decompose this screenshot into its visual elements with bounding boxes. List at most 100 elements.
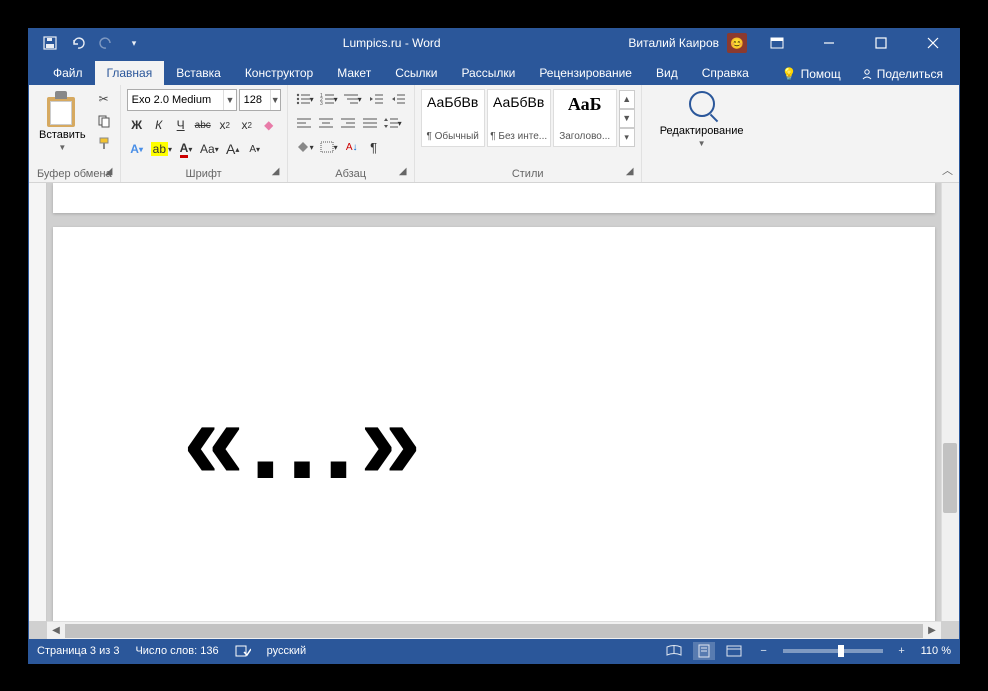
highlight-button[interactable]: ab▾: [149, 139, 174, 159]
dialog-launcher-icon[interactable]: ◢: [396, 166, 410, 180]
tab-review[interactable]: Рецензирование: [527, 61, 644, 85]
share-button[interactable]: Поделиться: [853, 63, 951, 85]
shrink-font-button[interactable]: A▾: [245, 139, 265, 159]
tab-view[interactable]: Вид: [644, 61, 690, 85]
style-no-spacing[interactable]: АаБбВв ¶ Без инте...: [487, 89, 551, 147]
borders-button[interactable]: ▾: [318, 137, 340, 157]
strikethrough-button[interactable]: abc: [193, 115, 213, 135]
grow-font-button[interactable]: A▴: [223, 139, 243, 159]
ribbon-tabs: Файл Главная Вставка Конструктор Макет С…: [29, 57, 959, 85]
tab-help[interactable]: Справка: [690, 61, 761, 85]
style-heading1[interactable]: АаБ Заголово...: [553, 89, 617, 147]
chevron-down-icon[interactable]: ▼: [270, 90, 280, 110]
decrease-indent-button[interactable]: [366, 89, 386, 109]
editing-button[interactable]: Редактирование ▼: [656, 89, 748, 150]
subscript-button[interactable]: x2: [215, 115, 235, 135]
close-icon[interactable]: [911, 29, 955, 57]
tab-design[interactable]: Конструктор: [233, 61, 325, 85]
group-font: ▼ ▼ Ж К Ч abc x2 x2 ◆ A▾: [121, 85, 288, 182]
zoom-level[interactable]: 110 %: [921, 645, 951, 657]
group-paragraph: ▾ 123▾ ▾ ▾ ▾ ▾ А↓ ¶: [288, 85, 415, 182]
qat-more-icon[interactable]: ▾: [125, 34, 143, 52]
tab-insert[interactable]: Вставка: [164, 61, 233, 85]
page[interactable]: «...»: [53, 227, 935, 621]
dialog-launcher-icon[interactable]: ◢: [623, 166, 637, 180]
print-layout-icon[interactable]: [693, 642, 715, 660]
minimize-icon[interactable]: [807, 29, 851, 57]
change-case-button[interactable]: Aa▾: [198, 139, 221, 159]
vertical-ruler: [29, 183, 47, 621]
scroll-thumb[interactable]: [943, 443, 957, 513]
format-painter-icon[interactable]: [94, 133, 114, 153]
ribbon-options-icon[interactable]: [755, 29, 799, 57]
vertical-scrollbar[interactable]: [941, 183, 959, 621]
font-name-input[interactable]: [128, 94, 224, 106]
redo-icon[interactable]: [97, 34, 115, 52]
language-indicator[interactable]: русский: [267, 645, 306, 657]
dialog-launcher-icon[interactable]: ◢: [102, 166, 116, 180]
document-text[interactable]: «...»: [183, 377, 427, 504]
scroll-thumb[interactable]: [65, 624, 923, 638]
group-label: Абзац ◢: [294, 166, 408, 180]
align-center-button[interactable]: [316, 113, 336, 133]
maximize-icon[interactable]: [859, 29, 903, 57]
align-left-button[interactable]: [294, 113, 314, 133]
group-label: Буфер обмена ◢: [35, 166, 114, 180]
sort-button[interactable]: А↓: [342, 137, 362, 157]
tell-me-button[interactable]: 💡 Помощ: [774, 63, 849, 85]
zoom-in-button[interactable]: +: [891, 642, 913, 660]
zoom-handle[interactable]: [838, 645, 844, 657]
gallery-down-icon[interactable]: ▼: [619, 109, 635, 128]
group-label: Стили ◢: [421, 166, 635, 180]
chevron-down-icon[interactable]: ▼: [223, 90, 235, 110]
quick-access-toolbar: ▾: [29, 34, 155, 52]
bold-button[interactable]: Ж: [127, 115, 147, 135]
word-count[interactable]: Число слов: 136: [135, 645, 218, 657]
scroll-right-icon[interactable]: ▶: [923, 622, 941, 640]
font-size-combo[interactable]: ▼: [239, 89, 281, 111]
bullets-button[interactable]: ▾: [294, 89, 316, 109]
copy-icon[interactable]: [94, 111, 114, 131]
cut-icon[interactable]: ✂: [94, 89, 114, 109]
style-normal[interactable]: АаБбВв ¶ Обычный: [421, 89, 485, 147]
gallery-up-icon[interactable]: ▲: [619, 90, 635, 109]
tab-layout[interactable]: Макет: [325, 61, 383, 85]
horizontal-scrollbar[interactable]: ◀ ▶: [47, 621, 941, 639]
dialog-launcher-icon[interactable]: ◢: [269, 166, 283, 180]
collapse-ribbon-icon[interactable]: ︿: [942, 162, 953, 178]
save-icon[interactable]: [41, 34, 59, 52]
shading-button[interactable]: ▾: [294, 137, 316, 157]
numbering-button[interactable]: 123▾: [318, 89, 340, 109]
web-layout-icon[interactable]: [723, 642, 745, 660]
text-effects-button[interactable]: A▾: [127, 139, 147, 159]
increase-indent-button[interactable]: [388, 89, 408, 109]
undo-icon[interactable]: [69, 34, 87, 52]
paste-button[interactable]: Вставить ▼: [35, 89, 90, 154]
gallery-more-icon[interactable]: ▾: [619, 128, 635, 147]
tab-home[interactable]: Главная: [95, 61, 165, 85]
font-size-input[interactable]: [240, 94, 270, 106]
clear-format-icon[interactable]: ◆: [259, 115, 279, 135]
line-spacing-button[interactable]: ▾: [382, 113, 404, 133]
user-avatar-icon[interactable]: 😊: [727, 33, 747, 53]
multilevel-list-button[interactable]: ▾: [342, 89, 364, 109]
tab-mailings[interactable]: Рассылки: [449, 61, 527, 85]
font-name-combo[interactable]: ▼: [127, 89, 237, 111]
show-marks-button[interactable]: ¶: [364, 137, 384, 157]
read-mode-icon[interactable]: [663, 642, 685, 660]
titlebar-right: Виталий Каиров 😊: [628, 29, 959, 57]
svg-text:3: 3: [320, 101, 323, 105]
tab-references[interactable]: Ссылки: [383, 61, 449, 85]
spellcheck-icon[interactable]: [235, 644, 251, 658]
font-color-button[interactable]: A▾: [176, 139, 196, 159]
tab-file[interactable]: Файл: [41, 61, 95, 85]
underline-button[interactable]: Ч: [171, 115, 191, 135]
italic-button[interactable]: К: [149, 115, 169, 135]
superscript-button[interactable]: x2: [237, 115, 257, 135]
align-right-button[interactable]: [338, 113, 358, 133]
scroll-left-icon[interactable]: ◀: [47, 622, 65, 640]
justify-button[interactable]: [360, 113, 380, 133]
zoom-slider[interactable]: [783, 649, 883, 653]
page-indicator[interactable]: Страница 3 из 3: [37, 645, 119, 657]
zoom-out-button[interactable]: −: [753, 642, 775, 660]
